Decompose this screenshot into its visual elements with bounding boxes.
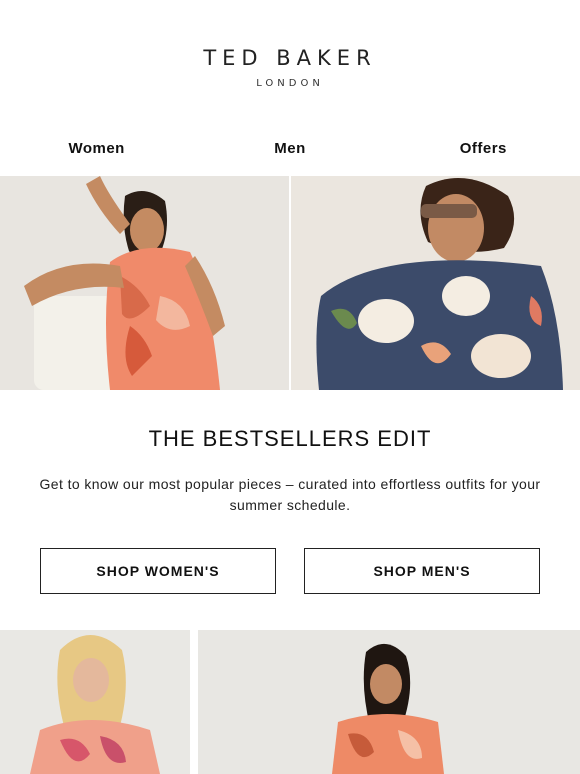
brunette-model-illustration bbox=[198, 630, 580, 774]
section-title: THE BESTSELLERS EDIT bbox=[148, 426, 432, 451]
blonde-model-illustration bbox=[0, 630, 190, 774]
bestsellers-section: THE BESTSELLERS EDIT Get to know our mos… bbox=[0, 390, 580, 516]
brand-logo[interactable]: TED BAKER bbox=[0, 46, 580, 70]
product-image-right[interactable] bbox=[198, 630, 580, 774]
cta-buttons: SHOP WOMEN'S SHOP MEN'S bbox=[0, 548, 580, 594]
woman-illustration bbox=[0, 176, 289, 390]
shop-womens-button[interactable]: SHOP WOMEN'S bbox=[40, 548, 276, 594]
nav-offers-link[interactable]: Offers bbox=[387, 140, 580, 157]
product-images bbox=[0, 630, 580, 774]
hero-images bbox=[0, 176, 580, 390]
brand-logo-sub: LONDON bbox=[256, 78, 324, 89]
hero-men-image[interactable] bbox=[289, 176, 580, 390]
nav-women-link[interactable]: Women bbox=[0, 140, 193, 157]
nav-men-link[interactable]: Men bbox=[193, 140, 386, 157]
product-image-left[interactable] bbox=[0, 630, 190, 774]
man-illustration bbox=[291, 176, 580, 390]
shop-mens-button[interactable]: SHOP MEN'S bbox=[304, 548, 540, 594]
main-nav: Women Men Offers bbox=[0, 120, 580, 176]
hero-women-image[interactable] bbox=[0, 176, 289, 390]
email-header: TED BAKER LONDON bbox=[0, 0, 580, 120]
section-copy: Get to know our most popular pieces – cu… bbox=[39, 476, 541, 513]
